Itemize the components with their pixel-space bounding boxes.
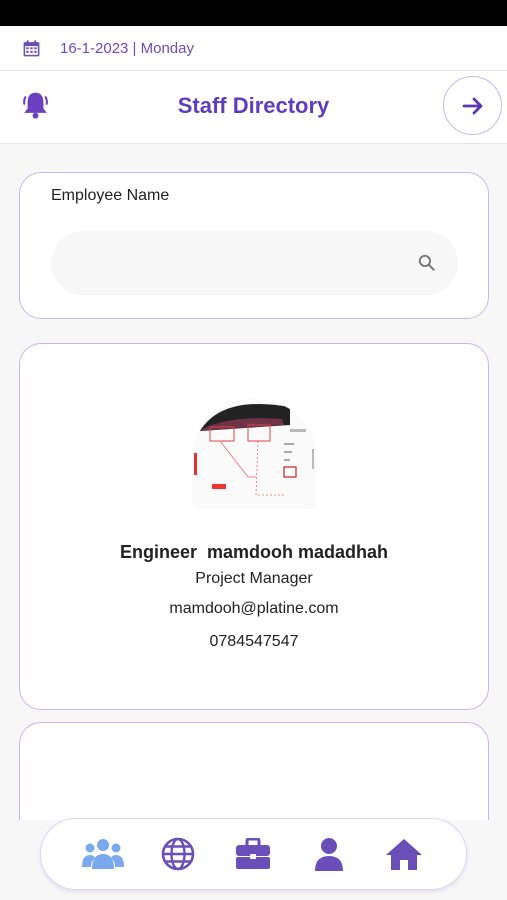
nav-work[interactable] (231, 832, 275, 876)
employee-email[interactable]: mamdooh@platine.com (20, 600, 488, 618)
search-card: Employee Name (19, 172, 489, 319)
current-date: 16-1-2023 | Monday (60, 39, 194, 57)
user-icon (314, 838, 343, 871)
nav-profile[interactable] (307, 832, 351, 876)
briefcase-icon (236, 838, 271, 869)
arrow-right-icon (462, 97, 482, 114)
date-bar: 16-1-2023 | Monday (0, 26, 507, 70)
employee-avatar (192, 399, 316, 509)
page-title: Staff Directory (177, 93, 330, 118)
search-icon[interactable] (417, 253, 436, 272)
employee-role: Project Manager (195, 570, 313, 587)
employee-name-label: Employee Name (51, 187, 170, 204)
globe-icon (161, 837, 195, 871)
search-field[interactable] (51, 231, 458, 295)
employee-phone[interactable]: 0784547547 (20, 633, 488, 651)
nav-home[interactable] (382, 832, 426, 876)
home-icon (386, 839, 423, 870)
app-header: Staff Directory (0, 70, 507, 144)
status-bar (0, 0, 507, 26)
next-button[interactable] (443, 76, 502, 135)
bottom-nav (40, 818, 467, 890)
employee-name-input[interactable] (73, 231, 403, 295)
users-icon (81, 839, 124, 869)
nav-team[interactable] (81, 832, 125, 876)
calendar-icon (23, 39, 40, 56)
employee-name: Engineer mamdooh madadhah (119, 542, 389, 562)
employee-card[interactable]: Engineer mamdooh madadhah Project Manage… (19, 343, 489, 710)
nav-web[interactable] (156, 832, 200, 876)
